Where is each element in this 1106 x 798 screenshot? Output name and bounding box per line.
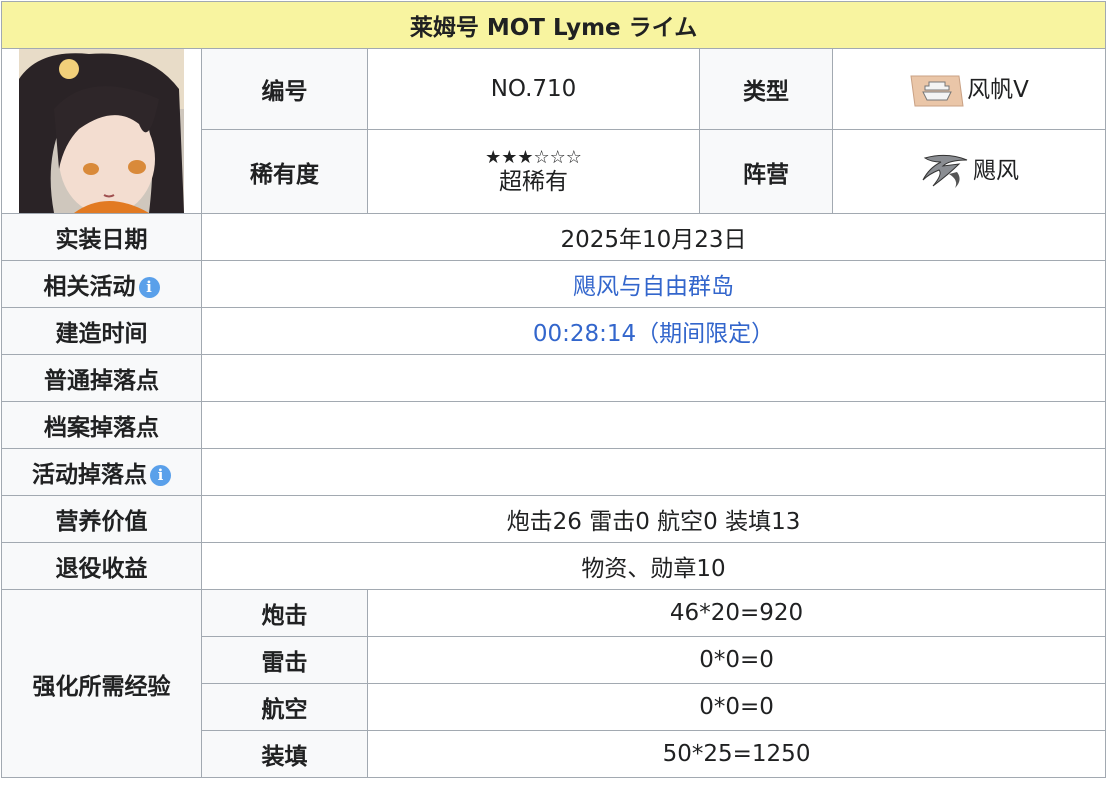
enhance-label: 炮击 bbox=[201, 589, 368, 637]
sail-ship-type-icon[interactable] bbox=[909, 74, 965, 108]
event-drop-label-cell: 活动掉落点 i bbox=[1, 448, 202, 496]
enhance-exp-label: 强化所需经验 bbox=[1, 589, 202, 778]
normal-drop-value bbox=[200, 354, 1106, 402]
avatar-cell bbox=[1, 48, 202, 214]
faction-value[interactable]: 飓风 bbox=[973, 158, 1019, 184]
enhance-value: 0*0=0 bbox=[366, 683, 1106, 731]
type-cell: 风帆V bbox=[831, 48, 1106, 130]
normal-drop-label: 普通掉落点 bbox=[1, 354, 202, 402]
enhance-value: 46*20=920 bbox=[366, 589, 1106, 637]
rarity-cell: ★★★☆☆☆ 超稀有 bbox=[367, 129, 700, 214]
event-drop-label: 活动掉落点 bbox=[32, 462, 147, 488]
rarity-stars: ★★★☆☆☆ bbox=[485, 146, 582, 168]
info-icon[interactable]: i bbox=[150, 465, 171, 486]
ship-info-table: 莱姆号 MOT Lyme ライム 编号 NO.710 类型 风帆V 稀有度 ★★… bbox=[0, 1, 1106, 778]
type-label: 类型 bbox=[699, 48, 833, 130]
number-value: NO.710 bbox=[367, 48, 700, 130]
related-event-label: 相关活动 bbox=[43, 274, 136, 300]
build-time-label: 建造时间 bbox=[1, 307, 202, 355]
nutrition-label: 营养价值 bbox=[1, 495, 202, 543]
enhance-label: 雷击 bbox=[201, 636, 368, 684]
enhance-value: 50*25=1250 bbox=[366, 730, 1106, 778]
archive-drop-value bbox=[200, 401, 1106, 449]
enhance-label: 航空 bbox=[201, 683, 368, 731]
retire-value: 物资、勋章10 bbox=[200, 542, 1106, 590]
hurricane-faction-icon[interactable] bbox=[919, 152, 971, 192]
nutrition-value: 炮击26 雷击0 航空0 装填13 bbox=[200, 495, 1106, 543]
related-event-cell: 飓风与自由群岛 bbox=[200, 260, 1106, 308]
build-time-cell: 00:28:14（期间限定） bbox=[200, 307, 1106, 355]
build-time-link[interactable]: 00:28:14（期间限定） bbox=[533, 321, 774, 347]
related-event-link[interactable]: 飓风与自由群岛 bbox=[573, 274, 734, 300]
info-icon[interactable]: i bbox=[138, 277, 160, 298]
retire-label: 退役收益 bbox=[1, 542, 202, 590]
event-drop-value bbox=[200, 448, 1106, 496]
faction-cell: 飓风 bbox=[831, 129, 1106, 214]
rarity-value: 超稀有 bbox=[499, 168, 568, 195]
rarity-label: 稀有度 bbox=[201, 129, 368, 214]
ship-avatar[interactable] bbox=[19, 49, 184, 213]
release-date-label: 实装日期 bbox=[1, 213, 202, 261]
ship-title: 莱姆号 MOT Lyme ライム bbox=[0, 1, 1106, 49]
enhance-label: 装填 bbox=[201, 730, 368, 778]
enhance-value: 0*0=0 bbox=[366, 636, 1106, 684]
type-value[interactable]: 风帆V bbox=[967, 77, 1029, 103]
number-label: 编号 bbox=[201, 48, 368, 130]
release-date-value: 2025年10月23日 bbox=[200, 213, 1106, 261]
archive-drop-label: 档案掉落点 bbox=[1, 401, 202, 449]
faction-label: 阵营 bbox=[699, 129, 833, 214]
related-event-label-cell: 相关活动 i bbox=[1, 260, 202, 308]
